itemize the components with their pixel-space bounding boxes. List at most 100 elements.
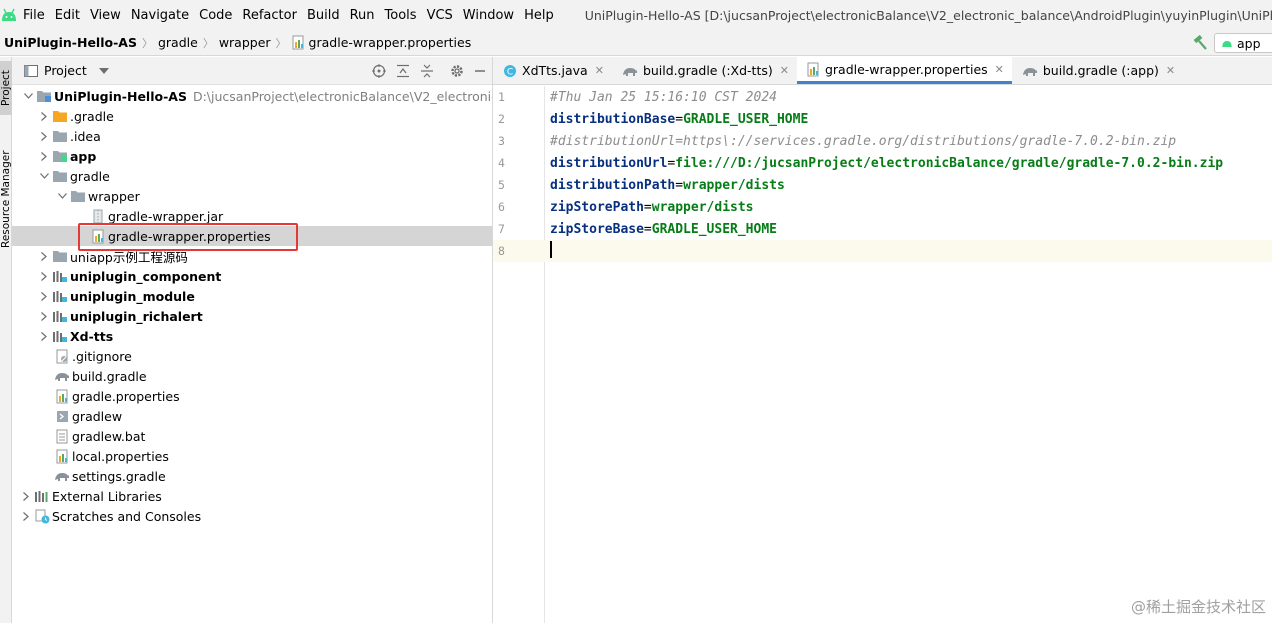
folder-icon [52, 248, 68, 264]
chevron-right-icon[interactable] [36, 251, 52, 261]
window-title: UniPlugin-Hello-AS [D:\jucsanProject\ele… [584, 7, 1272, 23]
menu-code[interactable]: Code [194, 8, 237, 23]
tree-node[interactable]: uniplugin_component [12, 266, 492, 286]
tree-node-root[interactable]: UniPlugin-Hello-AS D:\jucsanProject\elec… [12, 86, 492, 106]
tree-node[interactable]: gradle-wrapper.jar [12, 206, 492, 226]
tab-build-gradle-xd-tts[interactable]: build.gradle (:Xd-tts) ✕ [612, 57, 797, 84]
tree-node[interactable]: Xd-tts [12, 326, 492, 346]
locate-file-icon[interactable] [372, 64, 386, 78]
navigation-bar: UniPlugin-Hello-AS 〉 gradle 〉 wrapper 〉 … [0, 30, 1272, 56]
tree-node[interactable]: uniplugin_richalert [12, 306, 492, 326]
menu-run[interactable]: Run [345, 8, 380, 23]
hammer-icon[interactable] [1186, 35, 1214, 51]
code-line[interactable]: 2 distributionBase=GRADLE_USER_HOME [493, 108, 1272, 130]
editor-tabs: C XdTts.java ✕ build.gradle (:Xd-tts) ✕ … [493, 57, 1272, 85]
tree-node[interactable]: External Libraries [12, 486, 492, 506]
close-icon[interactable]: ✕ [995, 63, 1004, 76]
tree-node[interactable]: local.properties [12, 446, 492, 466]
tree-node[interactable]: app [12, 146, 492, 166]
tree-node[interactable]: .gitignore [12, 346, 492, 366]
gradle-elephant-icon [622, 65, 638, 77]
code-line-current[interactable]: 8 [493, 240, 1272, 262]
properties-file-icon [54, 448, 70, 464]
minimize-icon[interactable] [474, 65, 486, 77]
tree-node[interactable]: uniplugin_module [12, 286, 492, 306]
code-line[interactable]: 7 zipStoreBase=GRADLE_USER_HOME [493, 218, 1272, 240]
breadcrumb-wrapper[interactable]: wrapper [215, 35, 275, 50]
chevron-down-icon[interactable] [54, 193, 70, 199]
tab-build-gradle-app[interactable]: build.gradle (:app) ✕ [1012, 57, 1183, 84]
run-config-selector[interactable]: app [1214, 33, 1272, 53]
jar-icon [90, 208, 106, 224]
gear-icon[interactable] [450, 64, 464, 78]
close-icon[interactable]: ✕ [780, 64, 789, 77]
menu-file[interactable]: File [18, 8, 50, 23]
tree-node[interactable]: settings.gradle [12, 466, 492, 486]
line-number: 3 [498, 134, 505, 148]
menu-navigate[interactable]: Navigate [126, 8, 194, 23]
chevron-right-icon[interactable] [36, 111, 52, 121]
code-line[interactable]: 4 distributionUrl=file:///D:/jucsanProje… [493, 152, 1272, 174]
tab-gradle-wrapper-properties[interactable]: gradle-wrapper.properties ✕ [796, 57, 1012, 84]
library-module-icon [52, 328, 68, 344]
folder-icon [52, 168, 68, 184]
watermark: @稀土掘金技术社区 [1130, 598, 1266, 616]
tree-node-label: build.gradle [72, 368, 147, 384]
menu-tools[interactable]: Tools [380, 8, 422, 23]
chevron-right-icon[interactable] [18, 491, 34, 501]
line-number: 8 [498, 244, 505, 258]
chevron-right-icon[interactable] [36, 291, 52, 301]
project-tree: UniPlugin-Hello-AS D:\jucsanProject\elec… [12, 85, 492, 526]
tree-node[interactable]: gradlew [12, 406, 492, 426]
collapse-all-icon[interactable] [420, 64, 434, 78]
tree-node[interactable]: .gradle [12, 106, 492, 126]
close-icon[interactable]: ✕ [595, 64, 604, 77]
tree-node[interactable]: build.gradle [12, 366, 492, 386]
chevron-right-icon[interactable] [36, 331, 52, 341]
tree-node-label: .gitignore [72, 348, 132, 364]
line-number: 1 [498, 90, 505, 104]
chevron-right-icon[interactable] [36, 151, 52, 161]
menu-build[interactable]: Build [302, 8, 345, 23]
tree-node-selected[interactable]: gradle-wrapper.properties [12, 226, 492, 246]
chevron-right-icon[interactable] [36, 271, 52, 281]
tree-node[interactable]: uniapp示例工程源码 [12, 246, 492, 266]
menu-view[interactable]: View [85, 8, 126, 23]
tab-xdtts-java[interactable]: C XdTts.java ✕ [493, 57, 612, 84]
tree-node-label: settings.gradle [72, 468, 166, 484]
tree-node-label: gradle.properties [72, 388, 180, 404]
expand-all-icon[interactable] [396, 64, 410, 78]
code-line[interactable]: 6 zipStorePath=wrapper/dists [493, 196, 1272, 218]
dropdown-arrow-icon[interactable] [98, 67, 109, 74]
left-tool-strip: Project Resource Manager [0, 57, 13, 623]
chevron-down-icon[interactable] [20, 93, 36, 99]
svg-text:C: C [507, 67, 513, 77]
chevron-down-icon[interactable] [36, 173, 52, 179]
tree-node[interactable]: gradle.properties [12, 386, 492, 406]
tab-label: build.gradle (:app) [1042, 63, 1159, 78]
breadcrumb-project[interactable]: UniPlugin-Hello-AS [0, 35, 141, 50]
tree-node[interactable]: wrapper [12, 186, 492, 206]
code-line[interactable]: 1 #Thu Jan 25 15:16:10 CST 2024 [493, 86, 1272, 108]
chevron-right-icon[interactable] [18, 511, 34, 521]
tree-node[interactable]: .idea [12, 126, 492, 146]
code-area[interactable]: 1 #Thu Jan 25 15:16:10 CST 2024 2 distri… [493, 86, 1272, 623]
close-icon[interactable]: ✕ [1166, 64, 1175, 77]
code-line[interactable]: 5 distributionPath=wrapper/dists [493, 174, 1272, 196]
menu-window[interactable]: Window [458, 8, 519, 23]
tree-node-label: gradlew [72, 408, 123, 424]
code-line[interactable]: 3 #distributionUrl=https\://services.gra… [493, 130, 1272, 152]
chevron-right-icon[interactable] [36, 131, 52, 141]
menu-help[interactable]: Help [519, 8, 559, 23]
menu-edit[interactable]: Edit [50, 8, 85, 23]
text-caret [550, 240, 552, 258]
line-number: 7 [498, 222, 505, 236]
menu-refactor[interactable]: Refactor [237, 8, 302, 23]
breadcrumb-gradle[interactable]: gradle [154, 35, 202, 50]
tree-node[interactable]: gradlew.bat [12, 426, 492, 446]
breadcrumb-file[interactable]: gradle-wrapper.properties [288, 35, 476, 50]
menu-vcs[interactable]: VCS [422, 8, 458, 23]
chevron-right-icon[interactable] [36, 311, 52, 321]
tree-node[interactable]: gradle [12, 166, 492, 186]
tree-node[interactable]: Scratches and Consoles [12, 506, 492, 526]
